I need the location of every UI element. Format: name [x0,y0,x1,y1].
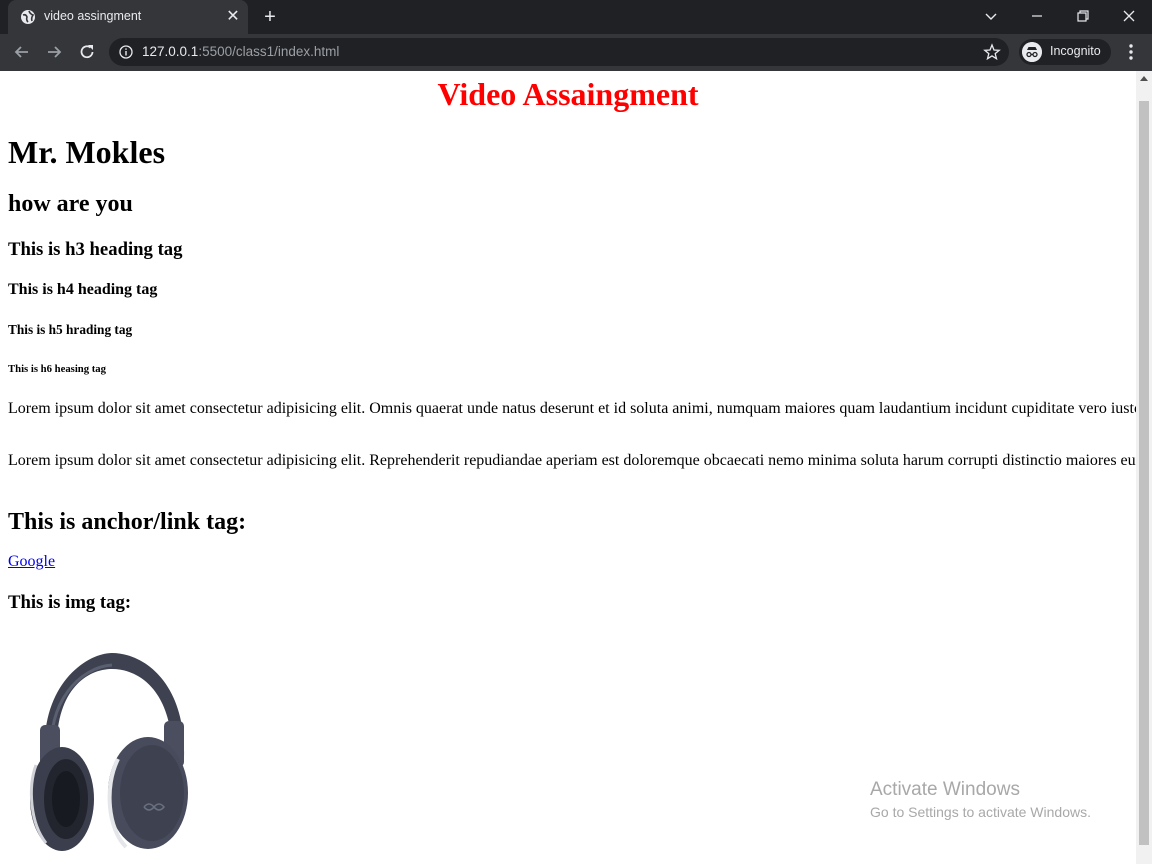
close-icon [1123,10,1135,22]
url-text[interactable]: 127.0.0.1:5500/class1/index.html [142,44,339,59]
img-heading: This is img tag: [8,592,132,613]
incognito-icon [1022,42,1042,62]
heading-h6: This is h6 heasing tag [8,363,106,375]
chevron-down-icon [985,13,997,20]
close-window-button[interactable] [1106,0,1152,32]
page-title: Video Assaingment [437,76,699,112]
info-icon[interactable] [119,45,133,59]
reload-button[interactable] [75,40,99,64]
reload-icon [80,45,94,59]
heading-h2: how are you [8,191,133,217]
kebab-menu-icon [1129,44,1133,60]
tab-strip: video assingment ✕ + [0,0,1152,34]
back-button[interactable] [10,40,34,64]
tab-search-button[interactable] [968,0,1014,32]
minimize-icon [1032,15,1042,17]
forward-button[interactable] [42,40,66,64]
heading-h3: This is h3 heading tag [8,239,183,260]
google-link[interactable]: Google [8,553,55,571]
vertical-scrollbar[interactable] [1136,71,1152,864]
paragraph-1: Lorem ipsum dolor sit amet consectetur a… [8,400,1136,417]
paragraph-2: Lorem ipsum dolor sit amet consectetur a… [8,452,1136,469]
restore-icon [1077,10,1089,22]
heading-h4: This is h4 heading tag [8,281,158,298]
browser-toolbar: 127.0.0.1:5500/class1/index.html Incogni… [0,34,1152,71]
tab-title: video assingment [44,9,142,23]
address-bar[interactable]: 127.0.0.1:5500/class1/index.html [109,38,1009,66]
restore-button[interactable] [1060,0,1106,32]
url-host: 127.0.0.1 [142,44,199,59]
url-path: :5500/class1/index.html [198,44,340,59]
watermark-title: Activate Windows [870,779,1020,800]
heading-h1: Mr. Mokles [8,134,166,170]
scroll-up-arrow-icon[interactable] [1140,76,1148,81]
headphones-image [29,653,188,851]
windows-activation-watermark: Activate Windows Go to Settings to activ… [870,779,1091,820]
browser-tab[interactable]: video assingment ✕ [8,0,248,34]
page-viewport: Video Assaingment Mr. Mokles how are you… [0,71,1136,864]
star-icon[interactable] [983,43,1001,61]
tab-close-icon[interactable]: ✕ [224,8,242,26]
watermark-subtitle: Go to Settings to activate Windows. [870,804,1091,820]
new-tab-button[interactable]: + [258,6,282,28]
arrow-left-icon [14,46,28,58]
arrow-right-icon [48,46,62,58]
anchor-heading: This is anchor/link tag: [8,509,247,535]
minimize-button[interactable] [1014,0,1060,32]
incognito-profile-button[interactable]: Incognito [1019,39,1111,65]
heading-h5: This is h5 hrading tag [8,322,133,337]
scrollbar-thumb[interactable] [1139,101,1149,845]
globe-icon [21,10,35,24]
incognito-label: Incognito [1050,44,1101,58]
browser-menu-button[interactable] [1122,40,1140,64]
